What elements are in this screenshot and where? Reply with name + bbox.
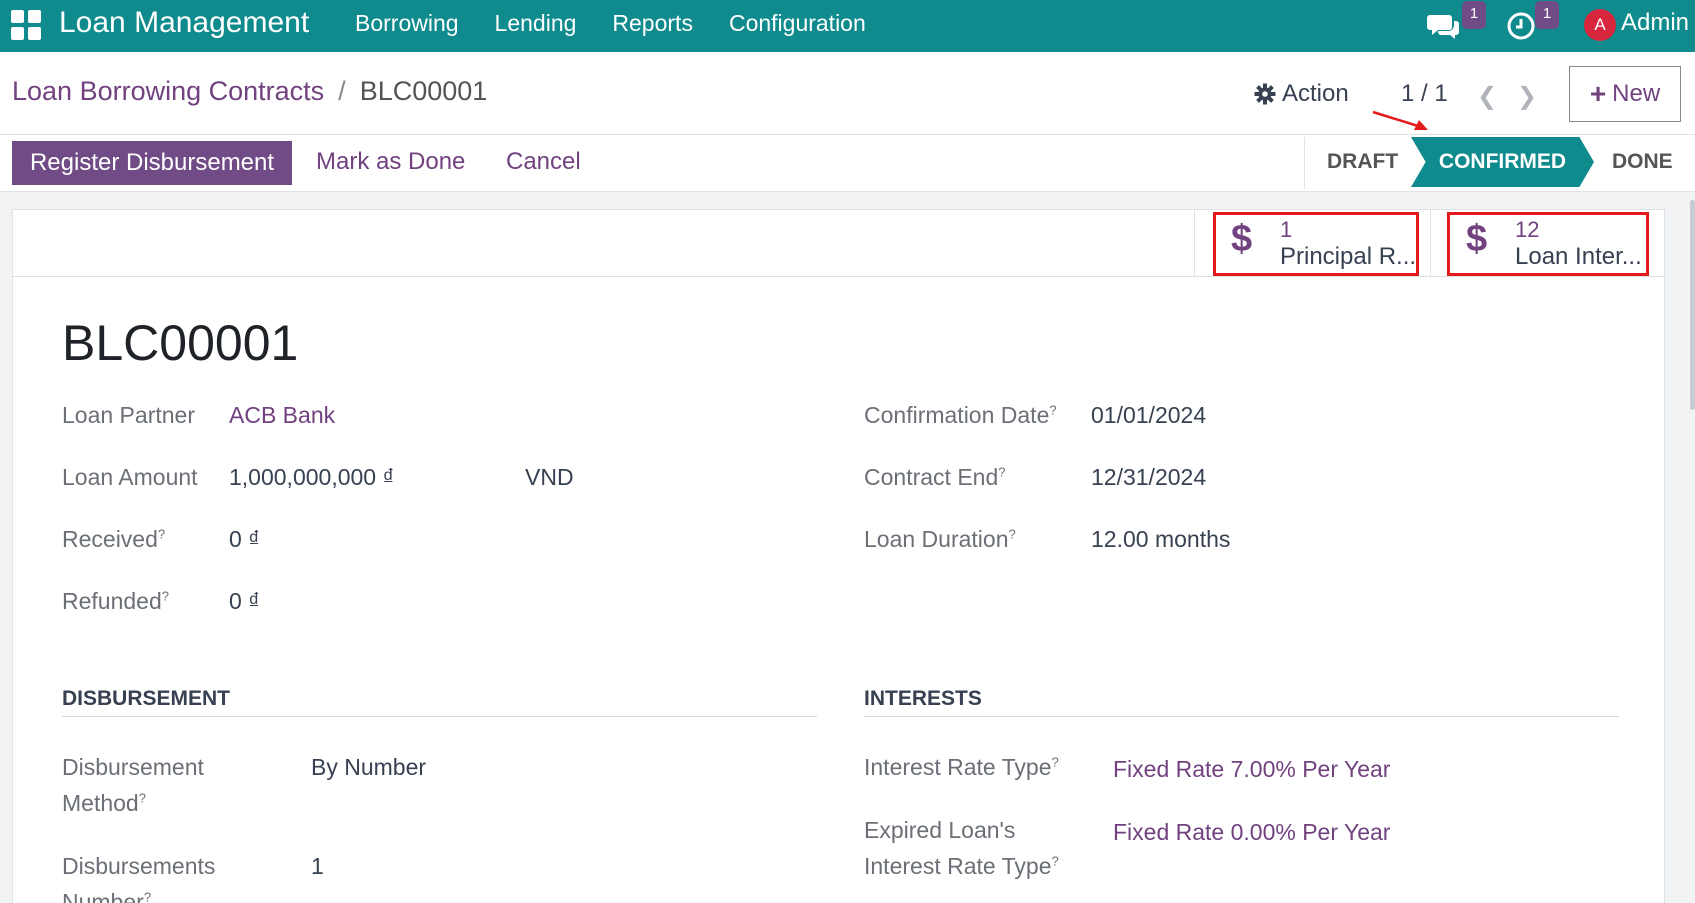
action-label: Action [1282, 80, 1349, 107]
activity-badge: 1 [1535, 1, 1559, 29]
disbursement-section-title: DISBURSEMENT [62, 687, 231, 710]
contract-end-label: Contract End? [864, 464, 1006, 490]
loan-partner-label: Loan Partner [62, 402, 195, 428]
menu-borrowing[interactable]: Borrowing [355, 10, 459, 37]
expired-interest-rate-value[interactable]: Fixed Rate 0.00% Per Year [1113, 819, 1390, 846]
loan-interest-count: 12 [1515, 217, 1540, 242]
pager-previous-icon[interactable]: ❮ [1477, 82, 1497, 111]
record-title: BLC00001 [62, 315, 299, 371]
disbursement-method-label-line2: Method? [62, 790, 146, 816]
interest-rate-type-label: Interest Rate Type? [864, 754, 1059, 780]
currency-value[interactable]: VND [525, 464, 574, 491]
user-name[interactable]: Admin [1621, 9, 1689, 37]
messages-badge: 1 [1462, 1, 1486, 29]
apps-grid-icon[interactable] [11, 10, 41, 40]
confirmation-date-label: Confirmation Date? [864, 402, 1057, 428]
smart-button-box: $ 1 Principal R... $ 12 Loan Inter... [13, 210, 1664, 277]
loan-duration-value: 12.00 months [1091, 526, 1231, 552]
help-mark[interactable]: ? [1052, 853, 1059, 868]
loan-interest-smart-button[interactable]: $ 12 Loan Inter... [1430, 210, 1666, 276]
loan-partner-value[interactable]: ACB Bank [229, 402, 335, 429]
menu-lending[interactable]: Lending [495, 10, 577, 37]
principal-smart-button[interactable]: $ 1 Principal R... [1194, 210, 1430, 276]
help-mark[interactable]: ? [1049, 402, 1056, 417]
expired-interest-label-line1: Expired Loan's [864, 817, 1016, 843]
help-mark[interactable]: ? [998, 464, 1005, 479]
activity-clock-icon[interactable] [1506, 0, 1536, 52]
help-mark[interactable]: ? [1052, 754, 1059, 769]
stage-confirmed[interactable]: CONFIRMED [1411, 137, 1594, 187]
dollar-icon: $ [1231, 218, 1253, 260]
cancel-button[interactable]: Cancel [506, 148, 581, 176]
disbursement-method-label-line1: Disbursement [62, 754, 204, 780]
help-mark[interactable]: ? [162, 588, 169, 603]
breadcrumb-separator: / [338, 76, 346, 106]
loan-duration-label: Loan Duration? [864, 526, 1016, 552]
gear-icon [1254, 83, 1276, 105]
status-bar: Register Disbursement Mark as Done Cance… [0, 135, 1695, 192]
plus-icon: + [1589, 78, 1607, 109]
loan-amount-label: Loan Amount [62, 464, 198, 490]
form-sheet: $ 1 Principal R... $ 12 Loan Inter... BL… [12, 209, 1665, 903]
action-menu-button[interactable]: Action [1254, 80, 1349, 108]
help-mark[interactable]: ? [139, 790, 146, 805]
pager-value[interactable]: 1 / 1 [1401, 80, 1448, 108]
annotation-arrow-icon [1372, 110, 1428, 130]
main-menu: Borrowing Lending Reports Configuration [355, 10, 902, 37]
stage-draft[interactable]: DRAFT [1327, 137, 1398, 187]
breadcrumb-parent[interactable]: Loan Borrowing Contracts [12, 76, 324, 107]
loan-amount-value[interactable]: 1,000,000,000 ₫ [229, 464, 394, 491]
breadcrumb-current: BLC00001 [359, 76, 488, 106]
disbursements-number-value[interactable]: 1 [311, 853, 324, 880]
page-scrollbar[interactable] [1690, 200, 1695, 410]
confirmation-date-value[interactable]: 01/01/2024 [1091, 402, 1206, 429]
help-mark[interactable]: ? [158, 526, 165, 541]
disbursements-number-label-line1: Disbursements [62, 853, 216, 879]
breadcrumb: Loan Borrowing Contracts / BLC00001 [12, 76, 487, 107]
help-mark[interactable]: ? [1009, 526, 1016, 541]
control-panel: Loan Borrowing Contracts / BLC00001 Acti… [0, 52, 1695, 135]
received-value: 0 ₫ [229, 526, 260, 552]
received-label: Received? [62, 526, 166, 552]
new-label: New [1612, 80, 1661, 107]
help-mark[interactable]: ? [144, 889, 151, 903]
principal-label: Principal R... [1280, 243, 1417, 270]
disbursements-number-label-line2: Number? [62, 889, 152, 903]
dollar-icon: $ [1466, 218, 1488, 260]
contract-end-value[interactable]: 12/31/2024 [1091, 464, 1206, 491]
pager-next-icon[interactable]: ❯ [1517, 82, 1537, 111]
menu-reports[interactable]: Reports [612, 10, 693, 37]
mark-as-done-button[interactable]: Mark as Done [316, 148, 465, 176]
top-navbar: Loan Management Borrowing Lending Report… [0, 0, 1695, 52]
user-avatar[interactable]: A [1584, 9, 1616, 41]
loan-interest-label: Loan Inter... [1515, 243, 1642, 270]
expired-interest-label-line2: Interest Rate Type? [864, 853, 1059, 879]
interests-section-title: INTERESTS [864, 687, 982, 710]
messages-icon[interactable] [1427, 0, 1461, 52]
refunded-label: Refunded? [62, 588, 169, 614]
refunded-value: 0 ₫ [229, 588, 260, 614]
disbursement-method-value[interactable]: By Number [311, 754, 426, 781]
new-record-button[interactable]: + New [1569, 66, 1681, 122]
principal-count: 1 [1280, 217, 1293, 242]
interest-rate-type-value[interactable]: Fixed Rate 7.00% Per Year [1113, 756, 1390, 783]
stage-done[interactable]: DONE [1612, 137, 1673, 187]
section-divider [864, 716, 1619, 717]
app-title[interactable]: Loan Management [59, 6, 309, 40]
register-disbursement-button[interactable]: Register Disbursement [12, 141, 292, 185]
section-divider [62, 716, 817, 717]
menu-configuration[interactable]: Configuration [729, 10, 866, 37]
stage-pipeline: DRAFT CONFIRMED DONE [1304, 137, 1673, 189]
